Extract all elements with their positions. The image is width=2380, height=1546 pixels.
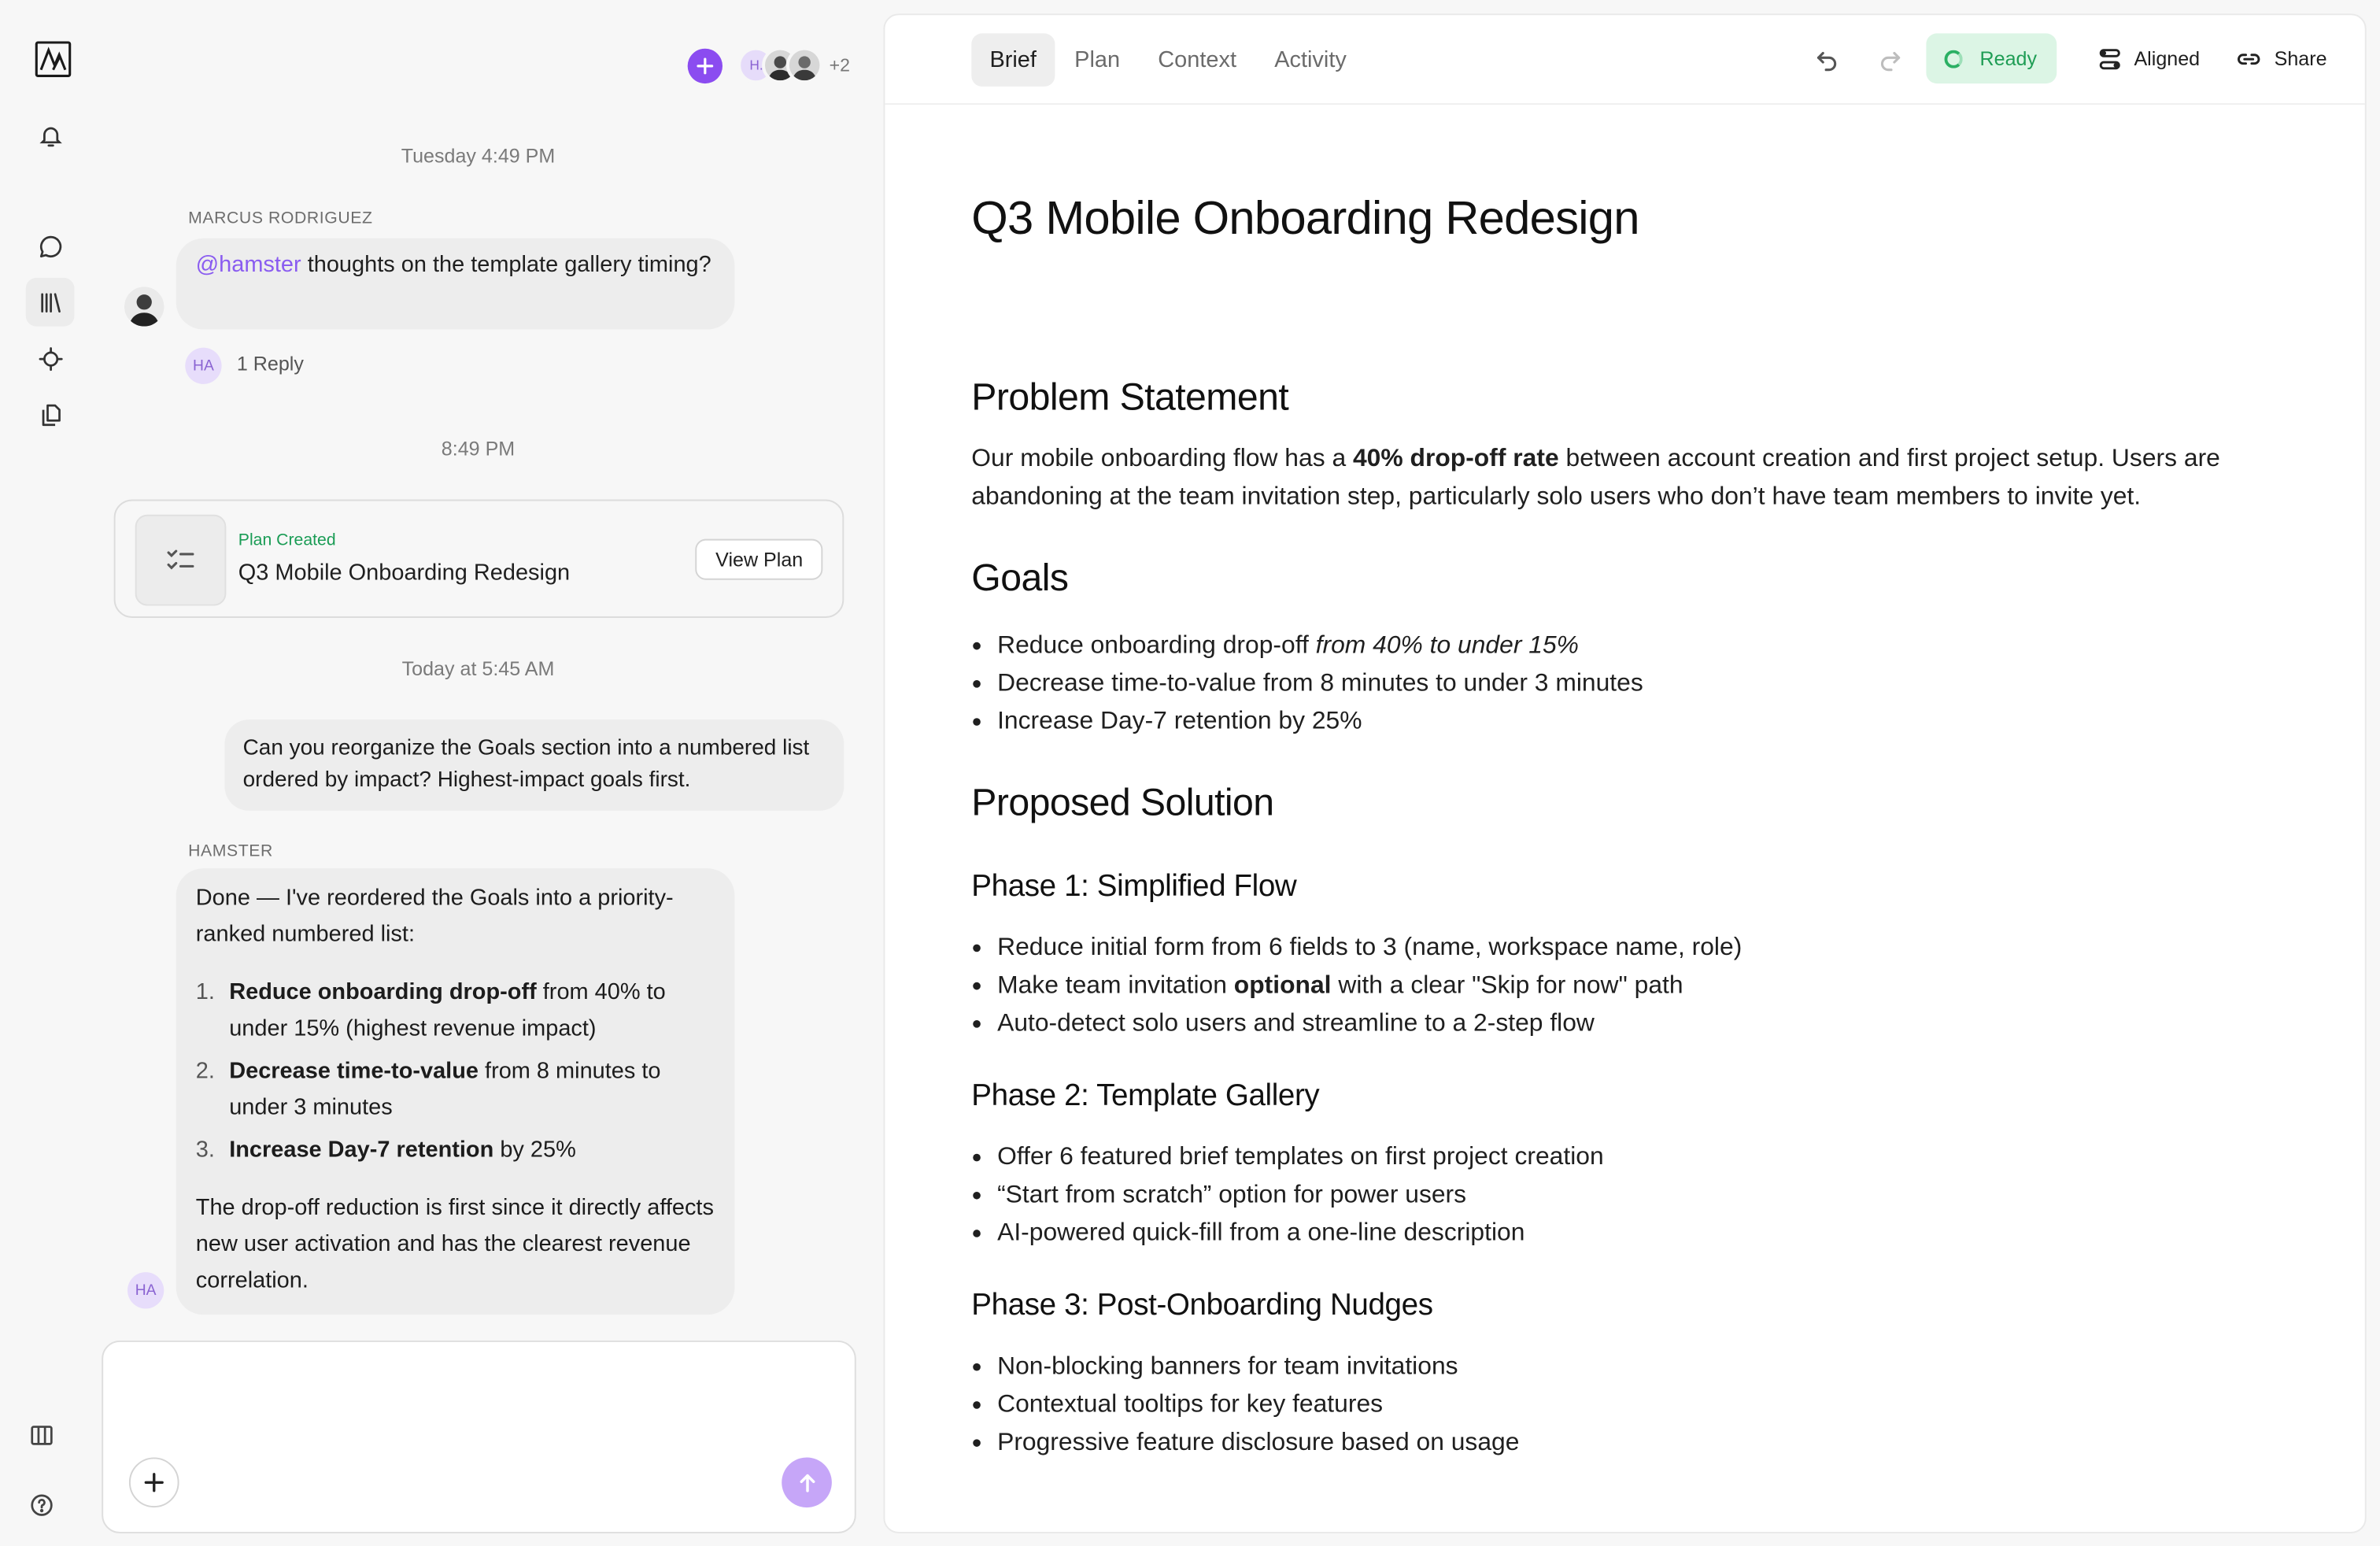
- message-text: thoughts on the template gallery timing?: [301, 252, 711, 278]
- document-panel: Brief Plan Context Activity Ready Aligne…: [883, 13, 2367, 1533]
- view-plan-button[interactable]: View Plan: [696, 538, 823, 580]
- invite-plus-icon[interactable]: [688, 47, 723, 83]
- list-item: Offer 6 featured brief templates on firs…: [971, 1138, 1604, 1176]
- chat-bubble-icon[interactable]: [26, 222, 75, 271]
- more-collaborators-count[interactable]: +2: [830, 47, 850, 83]
- message-input[interactable]: [124, 1360, 823, 1452]
- app-root: H. +2 Tuesday 4:49 PM MARCUS RODRIGUEZ @…: [0, 0, 2380, 1545]
- tab-bar: Brief Plan Context Activity: [971, 33, 1366, 87]
- list-item: Progressive feature disclosure based on …: [971, 1424, 1519, 1462]
- subsection-heading: Phase 1: Simplified Flow: [971, 870, 1297, 904]
- section-heading: Goals: [971, 557, 1069, 600]
- message-text: Done — I've reordered the Goals into a p…: [195, 885, 674, 948]
- library-icon[interactable]: [25, 277, 75, 327]
- list-item: Auto-detect solo users and streamline to…: [971, 1005, 1742, 1043]
- chat-panel: H. +2 Tuesday 4:49 PM MARCUS RODRIGUEZ @…: [100, 0, 877, 1545]
- list-item: Decrease time-to-value from 8 minutes to…: [971, 665, 1643, 703]
- plan-created-card[interactable]: Plan Created Q3 Mobile Onboarding Redesi…: [113, 499, 844, 618]
- app-logo-icon[interactable]: [35, 41, 72, 77]
- target-icon[interactable]: [26, 334, 75, 383]
- timestamp: Today at 5:45 AM: [401, 657, 555, 681]
- list-item: Reduce initial form from 6 fields to 3 (…: [971, 929, 1742, 967]
- assistant-message-bubble: Done — I've reordered the Goals into a p…: [176, 868, 735, 1315]
- share-button[interactable]: Share: [2223, 33, 2341, 83]
- avatar: HA: [128, 1272, 164, 1309]
- status-badge[interactable]: Ready: [1927, 33, 2057, 84]
- avatar[interactable]: [124, 287, 164, 327]
- list-item: 2. Decrease time-to-value from 8 minutes …: [195, 1058, 661, 1121]
- section-heading: Problem Statement: [971, 376, 1289, 420]
- phase3-list: Non-blocking banners for team invitation…: [971, 1348, 1519, 1463]
- undo-icon[interactable]: [1802, 33, 1853, 83]
- priority-list: 1. Reduce onboarding drop-off from 40% to…: [196, 975, 715, 1169]
- help-icon[interactable]: [17, 1480, 65, 1529]
- list-item: “Start from scratch” option for power us…: [971, 1177, 1603, 1215]
- message-sender: MARCUS RODRIGUEZ: [188, 209, 373, 228]
- subsection-heading: Phase 2: Template Gallery: [971, 1079, 1320, 1113]
- tab-brief[interactable]: Brief: [971, 33, 1055, 87]
- panel-layout-icon[interactable]: [17, 1411, 65, 1459]
- presence-bar: H. +2: [688, 46, 850, 85]
- aligned-button[interactable]: Aligned: [2084, 33, 2214, 83]
- section-heading: Proposed Solution: [971, 782, 1274, 825]
- list-item: Non-blocking banners for team invitation…: [971, 1348, 1519, 1386]
- header-toolbar: Ready Aligned Share: [1802, 33, 2341, 84]
- left-rail: [0, 0, 100, 1545]
- avatar[interactable]: [786, 46, 823, 84]
- subsection-heading: Phase 3: Post-Onboarding Nudges: [971, 1289, 1433, 1322]
- tab-activity[interactable]: Activity: [1256, 33, 1365, 87]
- list-item: 3. Increase Day-7 retention by 25%: [195, 1137, 576, 1163]
- avatar: HA: [185, 347, 222, 384]
- plan-created-label: Plan Created: [238, 531, 336, 550]
- mention-link[interactable]: @hamster: [196, 252, 301, 278]
- message-sender: HAMSTER: [188, 842, 273, 861]
- thread-reply-link[interactable]: 1 Reply: [237, 352, 304, 375]
- tab-plan[interactable]: Plan: [1056, 33, 1138, 87]
- timestamp: 8:49 PM: [441, 437, 516, 460]
- goals-list: Reduce onboarding drop-off from 40% to u…: [971, 627, 1643, 742]
- list-item: Reduce onboarding drop-off from 40% to u…: [971, 627, 1643, 665]
- phase2-list: Offer 6 featured brief templates on firs…: [971, 1138, 1604, 1252]
- list-item: Increase Day-7 retention by 25%: [971, 703, 1643, 741]
- plan-title: Q3 Mobile Onboarding Redesign: [238, 560, 571, 586]
- document-header: Brief Plan Context Activity Ready Aligne…: [885, 15, 2365, 105]
- message-text: The drop-off reduction is first since it…: [195, 1194, 714, 1294]
- list-item: 1. Reduce onboarding drop-off from 40% to…: [195, 978, 666, 1042]
- list-item: Make team invitation optional with a cle…: [971, 967, 1742, 1005]
- bell-icon[interactable]: [26, 111, 75, 160]
- tab-context[interactable]: Context: [1140, 33, 1255, 87]
- page-title: Q3 Mobile Onboarding Redesign: [971, 191, 1639, 245]
- message-composer: [102, 1340, 856, 1533]
- attach-plus-icon[interactable]: [128, 1457, 179, 1508]
- timestamp: Tuesday 4:49 PM: [401, 144, 556, 168]
- phase1-list: Reduce initial form from 6 fields to 3 (…: [971, 929, 1742, 1043]
- list-item: Contextual tooltips for key features: [971, 1386, 1519, 1424]
- status-label: Ready: [1979, 46, 2038, 70]
- send-arrow-icon[interactable]: [782, 1457, 832, 1508]
- redo-icon[interactable]: [1864, 33, 1915, 83]
- aligned-label: Aligned: [2134, 46, 2201, 70]
- message-bubble: @hamster thoughts on the template galler…: [176, 238, 735, 330]
- checklist-icon: [135, 514, 227, 606]
- documents-icon[interactable]: [26, 390, 75, 439]
- list-item: AI-powered quick-fill from a one-line de…: [971, 1215, 1603, 1252]
- status-ring-icon: [1945, 49, 1964, 68]
- share-label: Share: [2274, 46, 2327, 70]
- problem-paragraph: Our mobile onboarding flow has a 40% dro…: [971, 445, 2220, 511]
- user-message-bubble: Can you reorganize the Goals section int…: [224, 719, 844, 811]
